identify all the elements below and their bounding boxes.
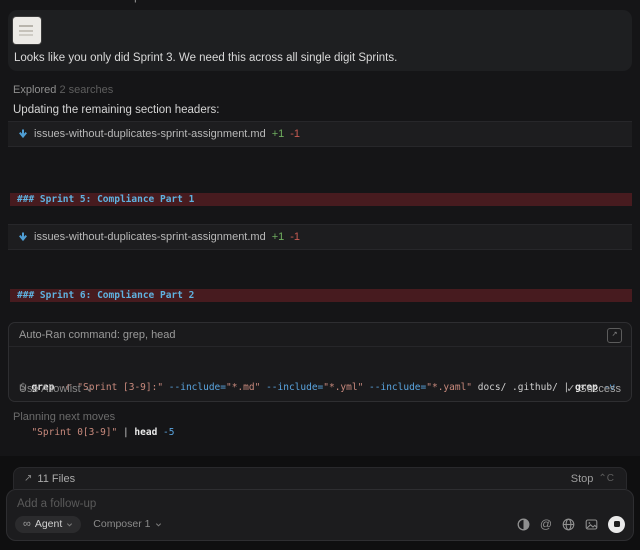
chevron-down-icon [66,521,73,528]
chevron-down-icon [85,385,93,393]
file-edit-header[interactable]: issues-without-duplicates-sprint-assignm… [8,224,632,250]
composer-panel: New +4866 -866 Composer 1 Looks like you… [0,0,640,550]
model-selector[interactable]: Composer 1 [93,518,161,530]
model-label: Composer 1 [93,518,150,530]
file-edit-header[interactable]: issues-without-duplicates-sprint-assignm… [8,121,632,147]
chevron-down-icon [155,521,162,528]
status-badge: ✓ Success [566,382,621,395]
files-count-label: 11 Files [37,473,75,485]
file-name: issues-without-duplicates-sprint-assignm… [34,231,266,243]
check-icon: ✓ [566,382,575,395]
stop-generation-button[interactable] [608,516,625,533]
context-usage-icon[interactable] [517,518,530,531]
user-message-text: Looks like you only did Sprint 3. We nee… [14,52,397,64]
markdown-file-icon [18,129,28,139]
command-code: $ grep -r "Sprint [3-9]:" --include="*.m… [20,350,621,470]
globe-icon[interactable] [562,518,575,531]
use-allowlist-label: Use Allowlist [19,383,81,395]
file-deletions: -1 [290,231,300,243]
attachment-thumbnail[interactable] [13,17,41,44]
input-placeholder: Add a follow-up [17,498,96,510]
assistant-message: Updating the remaining section headers: [13,104,220,116]
file-additions: +1 [272,128,285,140]
arrow-up-right-icon: ↗ [24,473,32,484]
diff-deletions: -866 [77,0,99,3]
command-header-label: Auto-Ran command: grep, head [19,329,176,341]
topbar: New +4866 -866 Composer 1 [0,0,171,5]
composer-tab[interactable]: Composer 1 [111,0,171,3]
planning-status: Planning next moves [13,411,115,423]
agent-mode-selector[interactable]: ∞ Agent [15,516,81,533]
follow-up-input[interactable]: Add a follow-up ∞ Agent Composer 1 @ [6,489,634,541]
explored-label: Explored [13,84,56,96]
stop-button[interactable]: Stop ⌃C [571,473,614,485]
command-line: "Sprint 0[3-9]" | head -5 [20,425,621,440]
input-toolbar: ∞ Agent Composer 1 @ [15,515,625,533]
diff-line-removed: ### Sprint 6: Compliance Part 2 [10,289,632,302]
stop-shortcut: ⌃C [598,473,614,484]
command-box: Auto-Ran command: grep, head ↗ $ grep -r… [8,322,632,402]
status-label: Success [579,383,621,395]
stop-square-icon [614,521,620,527]
image-icon[interactable] [585,518,598,531]
diff-line-removed: ### Sprint 5: Compliance Part 1 [10,193,632,206]
stop-label: Stop [571,473,594,485]
command-header: Auto-Ran command: grep, head [9,323,631,347]
files-changed-button[interactable]: ↗ 11 Files [24,473,75,485]
file-name: issues-without-duplicates-sprint-assignm… [34,128,266,140]
use-allowlist-dropdown[interactable]: Use Allowlist [19,383,93,395]
agent-mode-label: Agent [35,518,62,530]
file-additions: +1 [272,231,285,243]
explored-detail: 2 searches [59,84,113,96]
markdown-file-icon [18,232,28,242]
diff-additions: +4866 [34,0,65,3]
user-message: Looks like you only did Sprint 3. We nee… [8,10,632,71]
new-chat-button[interactable]: New [0,0,22,3]
file-deletions: -1 [290,128,300,140]
diff-block: ### Sprint 5: Compliance Part 1 ### Spri… [10,167,632,271]
open-in-editor-icon[interactable]: ↗ [607,328,622,343]
mention-icon[interactable]: @ [540,517,552,531]
infinity-icon: ∞ [23,519,31,530]
explored-status[interactable]: Explored 2 searches [13,84,113,96]
files-bar: ↗ 11 Files Stop ⌃C [13,467,627,489]
